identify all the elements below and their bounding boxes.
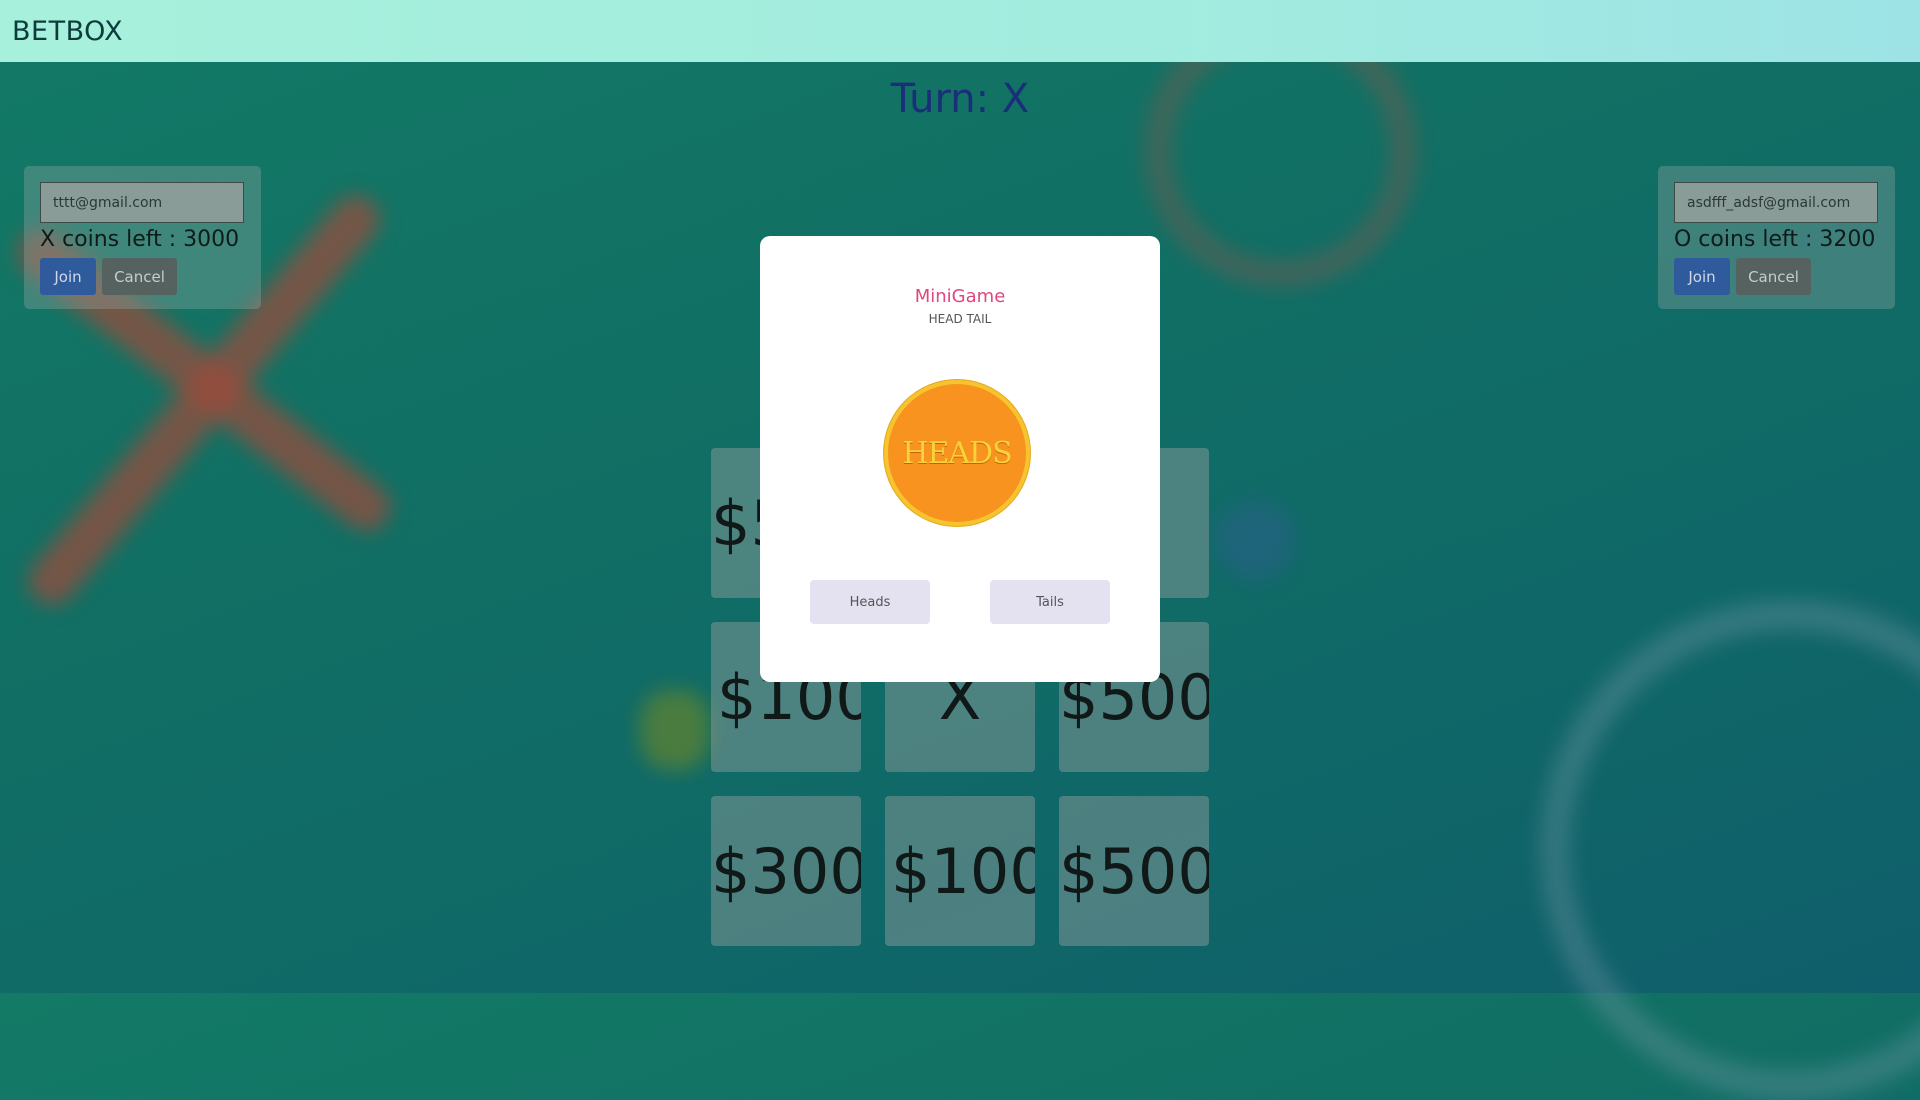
top-bar: BETBOX xyxy=(0,0,1920,62)
player-x-email-input[interactable] xyxy=(40,182,244,223)
coin-icon: HEADS xyxy=(884,380,1030,526)
minigame-title: MiniGame xyxy=(914,286,1006,307)
background-blob xyxy=(1215,500,1295,580)
board-cell[interactable]: $100 xyxy=(885,796,1035,946)
background-blob xyxy=(640,690,710,770)
player-o-cancel-button[interactable]: Cancel xyxy=(1736,258,1811,295)
tails-button[interactable]: Tails xyxy=(990,580,1110,624)
board-cell[interactable]: $500 xyxy=(1059,796,1209,946)
coin-face-label: HEADS xyxy=(902,435,1012,471)
player-o-panel: O coins left : 3200 Join Cancel xyxy=(1658,166,1895,309)
turn-indicator: Turn: X xyxy=(890,76,1030,122)
minigame-modal: MiniGame HEAD TAIL HEADS Heads Tails xyxy=(760,236,1160,682)
player-x-panel: X coins left : 3000 Join Cancel xyxy=(24,166,261,309)
player-x-join-button[interactable]: Join xyxy=(40,258,96,295)
background-o-ring xyxy=(1540,600,1920,1100)
heads-button[interactable]: Heads xyxy=(810,580,930,624)
minigame-subtitle: HEAD TAIL xyxy=(928,312,992,326)
brand-logo[interactable]: BETBOX xyxy=(12,16,123,47)
player-x-coins: X coins left : 3000 xyxy=(40,227,240,252)
player-o-coins: O coins left : 3200 xyxy=(1674,227,1876,252)
player-o-join-button[interactable]: Join xyxy=(1674,258,1730,295)
board-cell[interactable]: $300 xyxy=(711,796,861,946)
player-x-cancel-button[interactable]: Cancel xyxy=(102,258,177,295)
player-o-email-input[interactable] xyxy=(1674,182,1878,223)
